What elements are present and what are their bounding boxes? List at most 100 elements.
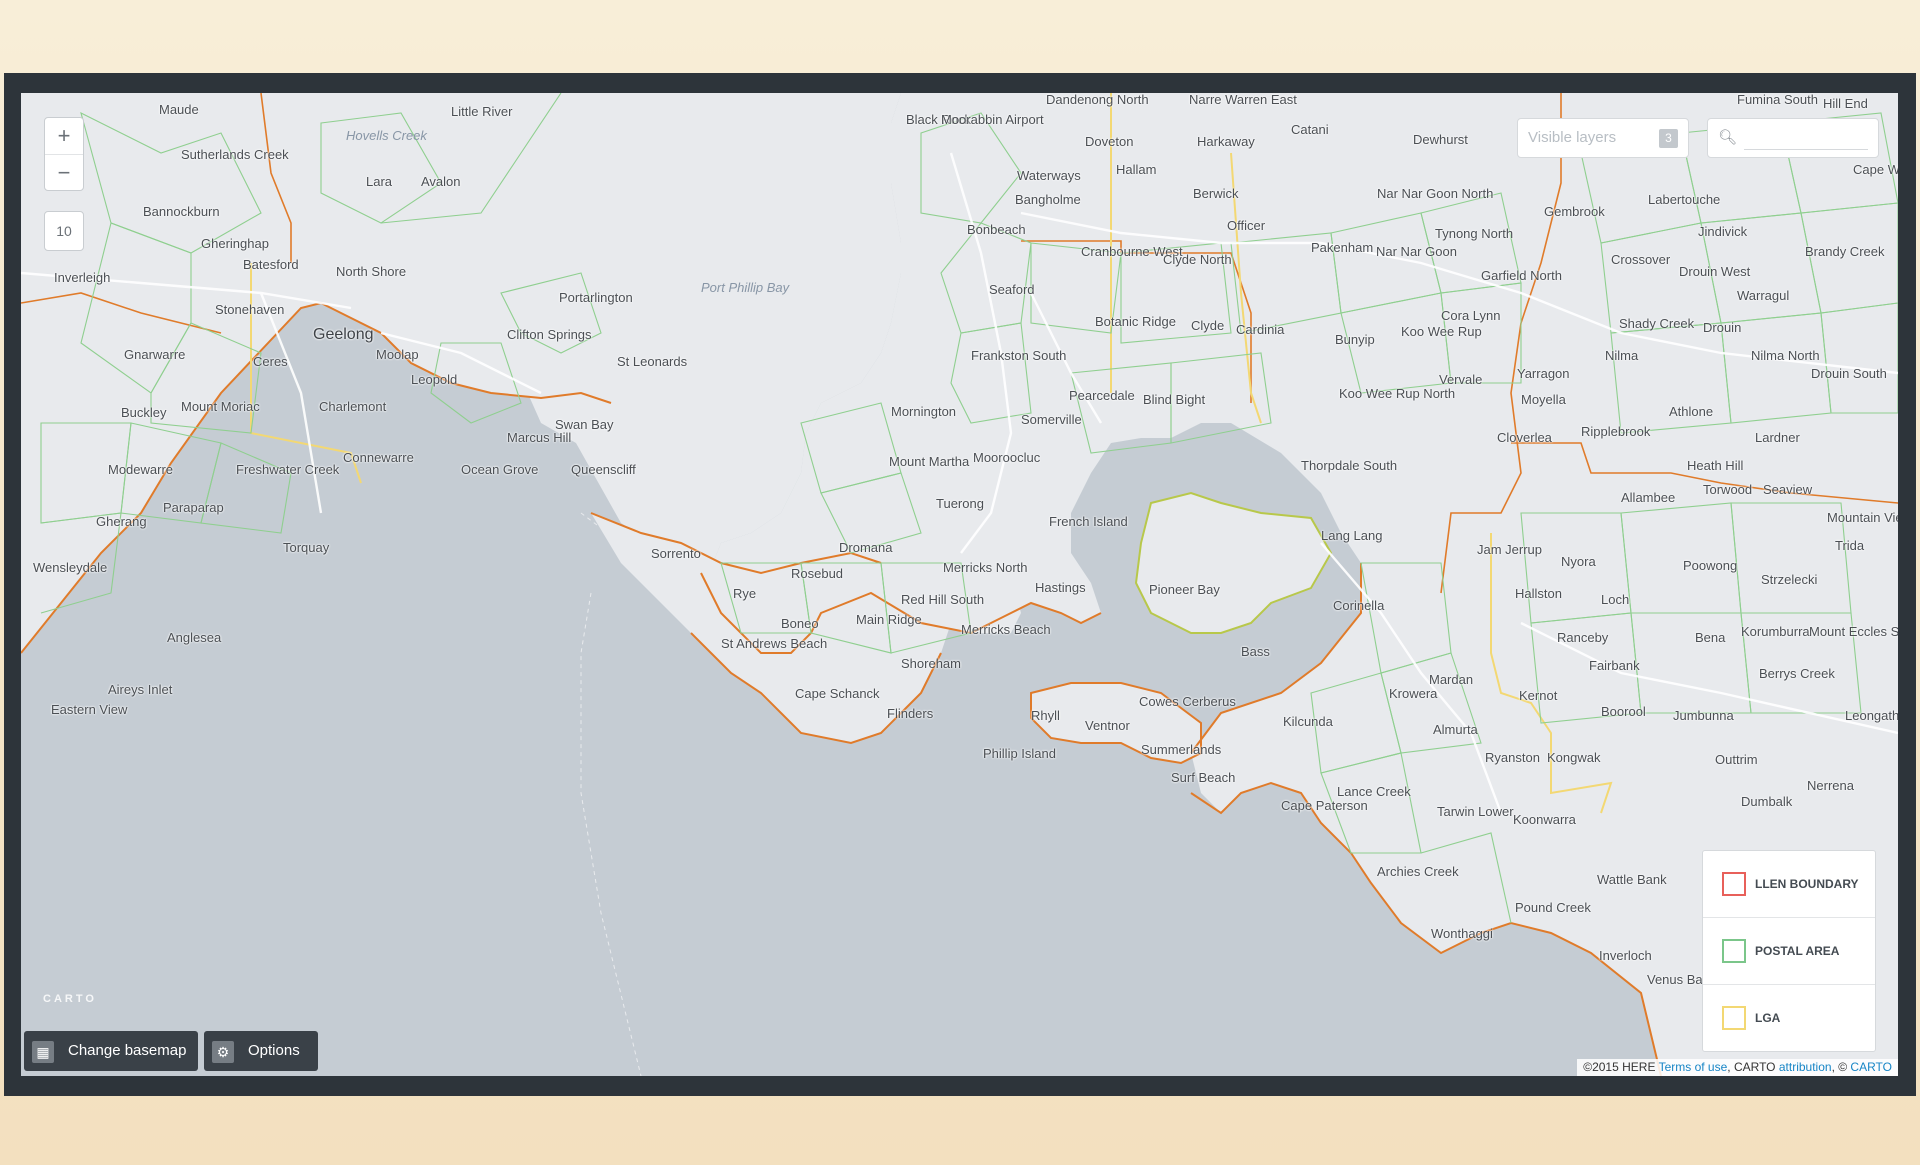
place-label: Anglesea bbox=[167, 630, 222, 645]
postal-swatch bbox=[1722, 939, 1746, 963]
place-label: Stonehaven bbox=[215, 302, 285, 317]
place-label: Leongatha bbox=[1845, 708, 1898, 723]
place-label: Moolap bbox=[376, 347, 419, 362]
place-label: Cora Lynn bbox=[1441, 308, 1501, 323]
place-label: Berrys Creek bbox=[1759, 666, 1835, 681]
place-label: Kilcunda bbox=[1283, 714, 1333, 729]
attribution-link[interactable]: attribution bbox=[1779, 1060, 1832, 1074]
carto-link[interactable]: CARTO bbox=[1850, 1060, 1892, 1074]
search-input[interactable] bbox=[1744, 127, 1868, 150]
legend-label: LLEN BOUNDARY bbox=[1755, 877, 1859, 891]
place-label: Phillip Island bbox=[983, 746, 1056, 761]
place-label: Berwick bbox=[1193, 186, 1239, 201]
place-label: Dewhurst bbox=[1413, 132, 1468, 147]
map-canvas[interactable]: Maude Sutherlands Creek Little River Lar… bbox=[21, 93, 1898, 1076]
place-label: Ranceby bbox=[1557, 630, 1609, 645]
options-label: Options bbox=[248, 1042, 300, 1059]
terms-of-use-link[interactable]: Terms of use bbox=[1659, 1060, 1728, 1074]
place-label: Vervale bbox=[1439, 372, 1483, 387]
place-label: Tarwin Lower bbox=[1437, 804, 1514, 819]
place-label: Athlone bbox=[1669, 404, 1714, 419]
place-label: Nar Nar Goon North bbox=[1377, 186, 1494, 201]
place-label: French Island bbox=[1049, 514, 1128, 529]
place-label: Torwood bbox=[1703, 482, 1753, 497]
place-label: Crossover bbox=[1611, 252, 1671, 267]
change-basemap-label: Change basemap bbox=[68, 1042, 187, 1059]
place-label: Trida bbox=[1835, 538, 1865, 553]
place-label: Connewarre bbox=[343, 450, 414, 465]
place-label: Pearcedale bbox=[1069, 388, 1135, 403]
place-label: Moyella bbox=[1521, 392, 1566, 407]
place-label: Thorpdale South bbox=[1301, 458, 1398, 473]
place-label: Rosebud bbox=[791, 566, 844, 581]
map-legend: LLEN BOUNDARY POSTAL AREA LGA bbox=[1702, 850, 1876, 1052]
place-label: Rye bbox=[733, 586, 757, 601]
place-label: Poowong bbox=[1683, 558, 1738, 573]
place-label: Somerville bbox=[1021, 412, 1082, 427]
place-label: Labertouche bbox=[1648, 192, 1721, 207]
place-label: Drouin bbox=[1703, 320, 1742, 335]
place-label: Dromana bbox=[839, 540, 893, 555]
place-label: Cape Woolamai bbox=[1853, 162, 1898, 177]
place-label: Bangholme bbox=[1015, 192, 1081, 207]
change-basemap-button[interactable]: ▦ Change basemap bbox=[24, 1031, 198, 1071]
visible-layers-count-badge: 3 bbox=[1659, 129, 1678, 148]
place-label: Torquay bbox=[283, 540, 330, 555]
options-button[interactable]: ⚙ Options bbox=[204, 1031, 318, 1071]
place-label: Gheringhap bbox=[201, 236, 269, 251]
lga-swatch bbox=[1722, 1006, 1746, 1030]
legend-label: LGA bbox=[1755, 1011, 1781, 1025]
visible-layers-button[interactable]: Visible layers 3 bbox=[1517, 118, 1689, 158]
search-icon: 🔍︎ bbox=[1718, 129, 1738, 146]
place-label: Sorrento bbox=[651, 546, 701, 561]
legend-item-postal: POSTAL AREA bbox=[1703, 918, 1875, 985]
place-label: Boorool bbox=[1601, 704, 1646, 719]
place-label: Dandenong North bbox=[1046, 93, 1149, 107]
place-label: Nilma bbox=[1605, 348, 1639, 363]
place-label: Lara bbox=[366, 174, 393, 189]
water-label: Hovells Creek bbox=[346, 128, 427, 143]
place-label: Hallam bbox=[1116, 162, 1157, 177]
place-label: Archies Creek bbox=[1377, 864, 1459, 879]
place-label: Rhyll bbox=[1031, 708, 1060, 723]
place-label: Shoreham bbox=[901, 656, 961, 671]
place-label: Mountain View bbox=[1827, 510, 1898, 525]
place-label: Almurta bbox=[1433, 722, 1478, 737]
place-label: Leopold bbox=[411, 372, 458, 387]
place-label: Ocean Grove bbox=[461, 462, 539, 477]
place-label: Outtrim bbox=[1715, 752, 1758, 767]
place-label: Freshwater Creek bbox=[236, 462, 340, 477]
place-label: Merricks Beach bbox=[961, 622, 1051, 637]
place-label: Mornington bbox=[891, 404, 957, 419]
place-label: Officer bbox=[1227, 218, 1266, 233]
zoom-out-button[interactable]: − bbox=[45, 155, 83, 191]
place-label: Ventnor bbox=[1085, 718, 1130, 733]
place-label: Tuerong bbox=[936, 496, 984, 511]
place-label: Seaview bbox=[1763, 482, 1813, 497]
place-label: Bunyip bbox=[1335, 332, 1375, 347]
place-label: Ripplebrook bbox=[1581, 424, 1651, 439]
place-label: Mount Eccles South bbox=[1809, 624, 1898, 639]
place-label: Waterways bbox=[1017, 168, 1081, 183]
place-label: Queenscliff bbox=[571, 462, 636, 477]
legend-item-llen: LLEN BOUNDARY bbox=[1703, 851, 1875, 918]
place-label: Jam Jerrup bbox=[1477, 542, 1543, 557]
visible-layers-label: Visible layers bbox=[1528, 129, 1617, 146]
place-label: Lance Creek bbox=[1337, 784, 1411, 799]
attribution-copy: , © bbox=[1831, 1060, 1848, 1074]
water-label: Port Phillip Bay bbox=[701, 280, 790, 295]
place-label: Maude bbox=[159, 102, 199, 117]
legend-label: POSTAL AREA bbox=[1755, 944, 1840, 958]
place-label: North Shore bbox=[336, 264, 407, 279]
place-label: Strzelecki bbox=[1761, 572, 1818, 587]
place-label: Fumina South bbox=[1737, 93, 1818, 107]
zoom-in-button[interactable]: + bbox=[45, 118, 83, 155]
place-label: Summerlands bbox=[1141, 742, 1222, 757]
search-box: 🔍︎ bbox=[1707, 118, 1879, 158]
place-label: Charlemont bbox=[319, 399, 387, 414]
place-label: Inverloch bbox=[1599, 948, 1652, 963]
place-label: Geelong bbox=[313, 326, 374, 343]
place-label: Koonwarra bbox=[1513, 812, 1576, 827]
place-label: Gembrook bbox=[1544, 204, 1605, 219]
place-label: Nyora bbox=[1561, 554, 1596, 569]
